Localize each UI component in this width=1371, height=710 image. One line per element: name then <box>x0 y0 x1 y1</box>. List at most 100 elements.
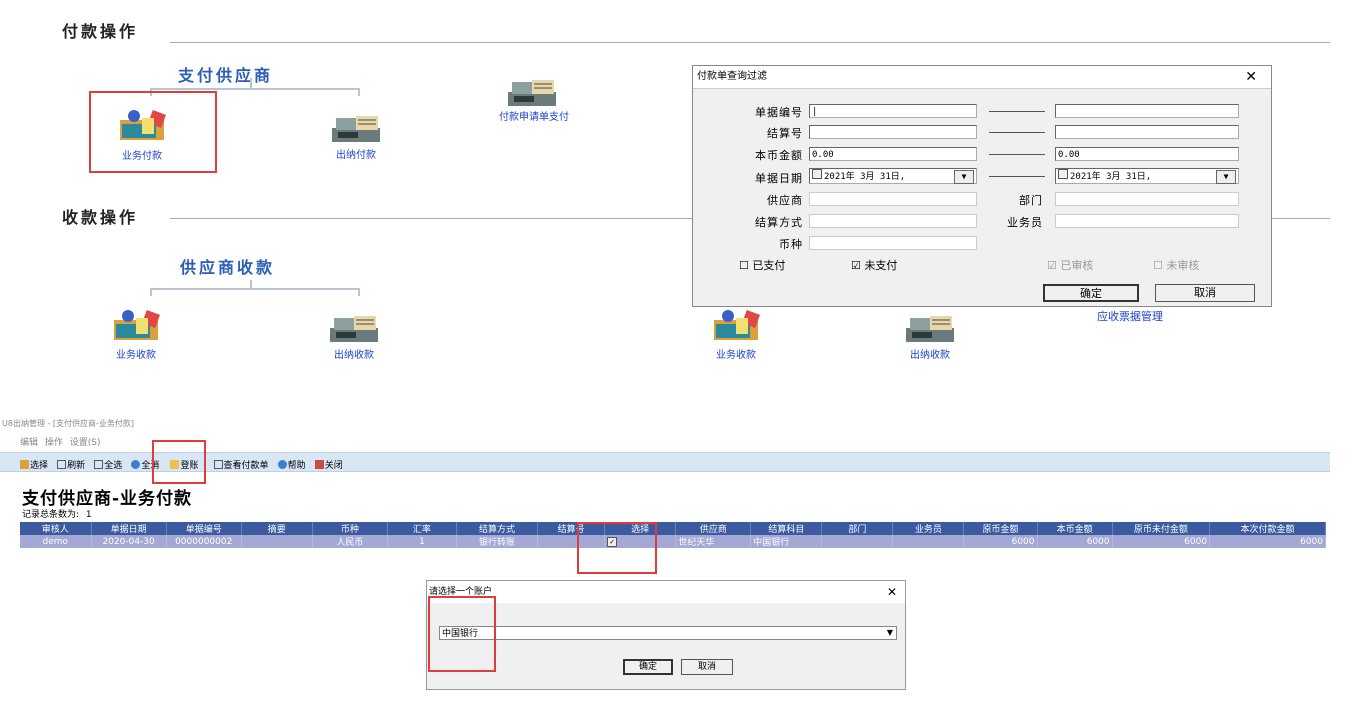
toolbar-select-all-label: 全选 <box>104 461 123 471</box>
select-icon <box>20 460 29 469</box>
col-header[interactable]: 汇率 <box>387 522 457 535</box>
account-dialog-titlebar: 请选择一个账户 ✕ <box>427 581 905 603</box>
cell-rate: 1 <box>387 535 457 548</box>
business-receipt-label[interactable]: 业务收款 <box>100 346 172 361</box>
col-header[interactable]: 供应商 <box>675 522 752 535</box>
dept-input[interactable] <box>1055 192 1239 206</box>
cashier-receipt-button[interactable] <box>324 310 384 350</box>
cashier-payment-icon <box>332 116 380 142</box>
account-select[interactable]: 中国银行 ▼ <box>439 626 897 640</box>
chevron-down-icon[interactable]: ▼ <box>954 170 974 184</box>
cashier-payment-button[interactable] <box>326 110 386 150</box>
doc-date-to-picker[interactable]: 2021年 3月 31日, ▼ <box>1055 168 1239 184</box>
cashier-receipt-2-icon <box>906 316 954 342</box>
currency-input[interactable] <box>809 236 977 250</box>
highlight-post-button <box>152 440 206 484</box>
close-icon[interactable]: ✕ <box>1245 66 1257 88</box>
toolbar-help-label: 帮助 <box>287 461 306 471</box>
apply-payment-label[interactable]: 付款申请单支付 <box>478 108 590 123</box>
receipt-tree-left <box>150 288 152 296</box>
filter-cancel-button[interactable]: 取消 <box>1155 284 1255 302</box>
menu-operate[interactable]: 操作 <box>45 438 63 448</box>
chevron-down-icon[interactable]: ▼ <box>1216 170 1236 184</box>
col-header[interactable]: 原币未付金额 <box>1112 522 1211 535</box>
toolbar-view-payment-label: 查看付款单 <box>223 461 269 471</box>
business-receipt-2-label[interactable]: 业务收款 <box>700 346 772 361</box>
clear-all-icon <box>131 460 141 469</box>
paid-checkbox[interactable]: ☐ 已支付 <box>739 257 785 273</box>
unaudited-checkbox[interactable]: ☐ 未审核 <box>1153 257 1199 273</box>
unaudited-label: 未审核 <box>1166 259 1200 272</box>
close-icon[interactable]: ✕ <box>887 581 897 603</box>
business-receipt-2-button[interactable] <box>706 308 766 348</box>
cell-settle-method: 银行转账 <box>456 535 539 548</box>
amount-to-input[interactable]: 0.00 <box>1055 147 1239 161</box>
date-to-checkbox[interactable] <box>1058 169 1068 179</box>
supplier-input[interactable] <box>809 192 977 206</box>
col-header[interactable]: 单据编号 <box>166 522 242 535</box>
col-header[interactable]: 结算科目 <box>750 522 823 535</box>
filter-ok-button[interactable]: 确定 <box>1043 284 1139 302</box>
doc-date-from-picker[interactable]: 2021年 3月 31日, ▼ <box>809 168 977 184</box>
salesman-label: 业务员 <box>1007 216 1043 229</box>
doc-no-from-input[interactable]: | <box>809 104 977 118</box>
doc-no-label: 单据编号 <box>755 106 803 119</box>
range-dash <box>989 154 1045 155</box>
audited-checkbox[interactable]: ☑ 已审核 <box>1047 257 1093 273</box>
cashier-payment-label[interactable]: 出纳付款 <box>320 146 392 161</box>
cashier-receipt-label[interactable]: 出纳收款 <box>318 346 390 361</box>
cell-pay-amount: 6000 <box>1209 535 1326 548</box>
col-header[interactable]: 业务员 <box>892 522 965 535</box>
cell-summary <box>241 535 313 548</box>
toolbar-select-label: 选择 <box>30 461 49 471</box>
cashier-receipt-2-label[interactable]: 出纳收款 <box>894 346 966 361</box>
menu-settings[interactable]: 设置(S) <box>70 438 101 448</box>
cell-local-amount: 6000 <box>1037 535 1113 548</box>
toolbar-select-button[interactable]: 选择 <box>20 456 48 476</box>
col-header[interactable]: 审核人 <box>20 522 92 535</box>
menu-edit[interactable]: 编辑 <box>20 438 38 448</box>
receipt-tree-right <box>358 288 360 296</box>
cell-orig-unpaid: 6000 <box>1112 535 1211 548</box>
col-header[interactable]: 单据日期 <box>91 522 167 535</box>
toolbar-view-payment-button[interactable]: 查看付款单 <box>213 456 269 476</box>
settle-no-from-input[interactable] <box>809 125 977 139</box>
business-receipt-button[interactable] <box>106 308 166 348</box>
date-from-value: 2021年 3月 31日, <box>824 172 906 182</box>
bill-manage-link[interactable]: 应收票据管理 <box>1080 308 1180 324</box>
col-header[interactable]: 本次付款金额 <box>1209 522 1326 535</box>
settle-no-to-input[interactable] <box>1055 125 1239 139</box>
paid-label: 已支付 <box>752 259 786 272</box>
col-header[interactable]: 结算方式 <box>456 522 539 535</box>
col-header[interactable]: 摘要 <box>241 522 313 535</box>
toolbar-close-label: 关闭 <box>324 461 343 471</box>
unpaid-checkbox[interactable]: ☑ 未支付 <box>851 257 897 273</box>
salesman-input[interactable] <box>1055 214 1239 228</box>
highlight-account-select <box>428 596 496 672</box>
chevron-down-icon[interactable]: ▼ <box>884 627 896 639</box>
col-header[interactable]: 本币金额 <box>1037 522 1113 535</box>
col-header[interactable]: 币种 <box>312 522 388 535</box>
toolbar-refresh-label: 刷新 <box>67 461 86 471</box>
toolbar-select-all-button[interactable]: 全选 <box>94 456 122 476</box>
settle-method-label: 结算方式 <box>755 216 803 229</box>
toolbar-close-button[interactable]: 关闭 <box>314 456 343 476</box>
table-row[interactable]: demo 2020-04-30 0000000002 人民币 1 银行转账 ✓ … <box>20 535 1326 548</box>
col-header[interactable]: 部门 <box>821 522 894 535</box>
doc-no-to-input[interactable] <box>1055 104 1239 118</box>
cell-currency: 人民币 <box>312 535 388 548</box>
cashier-receipt-2-button[interactable] <box>900 310 960 350</box>
date-from-checkbox[interactable] <box>812 169 822 179</box>
cell-doc-no: 0000000002 <box>166 535 242 548</box>
toolbar-refresh-button[interactable]: 刷新 <box>57 456 85 476</box>
toolbar-help-button[interactable]: 帮助 <box>277 456 306 476</box>
account-ok-button[interactable]: 确定 <box>623 659 673 675</box>
settle-method-input[interactable] <box>809 214 977 228</box>
account-cancel-button[interactable]: 取消 <box>681 659 733 675</box>
filter-dialog-titlebar: 付款单查询过滤 ✕ <box>693 66 1271 89</box>
cell-dept <box>821 535 894 548</box>
col-header[interactable]: 原币金额 <box>963 522 1038 535</box>
amount-from-input[interactable]: 0.00 <box>809 147 977 161</box>
business-receipt-icon <box>114 310 160 340</box>
date-to-value: 2021年 3月 31日, <box>1070 172 1152 182</box>
